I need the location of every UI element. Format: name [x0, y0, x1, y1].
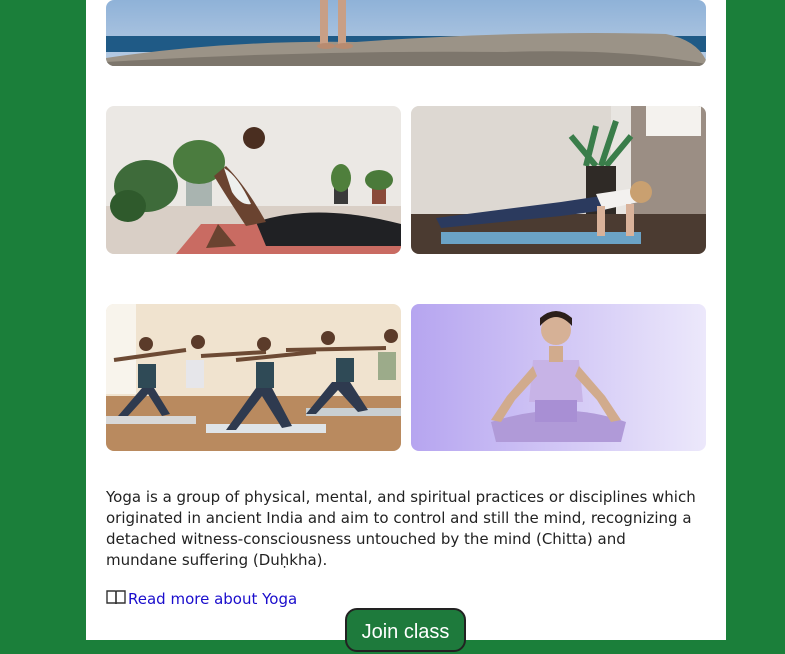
- yoga-description: Yoga is a group of physical, mental, and…: [106, 488, 696, 569]
- hero-image-yoga-on-rock: [106, 0, 706, 66]
- gallery-image-warrior-pose-class: [106, 304, 401, 451]
- book-icon: [106, 589, 126, 609]
- read-more-link[interactable]: Read more about Yoga: [128, 590, 297, 608]
- gallery-image-plank-pose: [411, 106, 706, 254]
- content-panel: Yoga is a group of physical, mental, and…: [86, 0, 726, 652]
- join-class-button[interactable]: Join class: [345, 608, 466, 652]
- gallery-image-cobra-pose: [106, 106, 401, 254]
- read-more-row: Read more about Yoga: [106, 588, 297, 610]
- gallery-image-meditation-pose: [411, 304, 706, 451]
